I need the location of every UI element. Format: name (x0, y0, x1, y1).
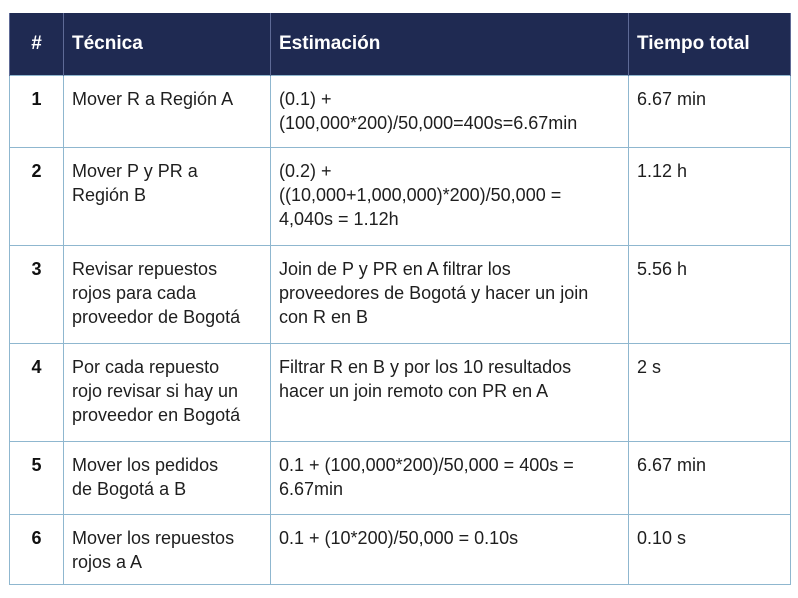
row-tecnica: Por cada repuesto rojo revisar si hay un p… (63, 342, 271, 442)
table-row: 4 Por cada repuesto rojo revisar si hay u… (9, 342, 791, 442)
header-tiempo-total: Tiempo total (628, 13, 791, 75)
table-row: 3 Revisar repuestos rojos para cada provee… (9, 244, 791, 344)
row-tecnica: Mover R a Región A (63, 74, 271, 148)
row-number: 1 (9, 74, 64, 148)
table-row: 2 Mover P y PR a Región B (0.2) + ((10,000… (9, 146, 791, 246)
table-row: 5 Mover los pedidos de Bogotá a B 0.1 + (… (9, 440, 791, 515)
header-number: # (9, 13, 64, 75)
table-row: 1 Mover R a Región A (0.1) + (100,000*200… (9, 74, 791, 148)
row-number: 2 (9, 146, 64, 246)
row-tecnica: Mover los repuestos rojos a A (63, 513, 271, 585)
row-tecnica: Mover los pedidos de Bogotá a B (63, 440, 271, 515)
row-tiempo: 2 s (628, 342, 791, 442)
table-header-row: # Técnica Estimación Tiempo total (9, 13, 791, 75)
row-estimacion: Join de P y PR en A filtrar los proveedor… (270, 244, 629, 344)
row-number: 5 (9, 440, 64, 515)
header-tecnica: Técnica (63, 13, 271, 75)
row-tecnica: Revisar repuestos rojos para cada proveedo… (63, 244, 271, 344)
row-number: 3 (9, 244, 64, 344)
row-tiempo: 6.67 min (628, 74, 791, 148)
row-estimacion: (0.1) + (100,000*200)/50,000=400s=6.67min (270, 74, 629, 148)
row-tiempo: 6.67 min (628, 440, 791, 515)
header-estimacion: Estimación (270, 13, 629, 75)
row-estimacion: Filtrar R en B y por los 10 resultados ha… (270, 342, 629, 442)
table-row: 6 Mover los repuestos rojos a A 0.1 + (10… (9, 513, 791, 585)
row-number: 6 (9, 513, 64, 585)
row-estimacion: 0.1 + (100,000*200)/50,000 = 400s = 6.67m… (270, 440, 629, 515)
row-estimacion: (0.2) + ((10,000+1,000,000)*200)/50,000 =… (270, 146, 629, 246)
row-estimacion: 0.1 + (10*200)/50,000 = 0.10s (270, 513, 629, 585)
row-tecnica: Mover P y PR a Región B (63, 146, 271, 246)
row-tiempo: 0.10 s (628, 513, 791, 585)
row-tiempo: 1.12 h (628, 146, 791, 246)
row-number: 4 (9, 342, 64, 442)
row-tiempo: 5.56 h (628, 244, 791, 344)
techniques-table: # Técnica Estimación Tiempo total 1 Move… (9, 13, 791, 585)
